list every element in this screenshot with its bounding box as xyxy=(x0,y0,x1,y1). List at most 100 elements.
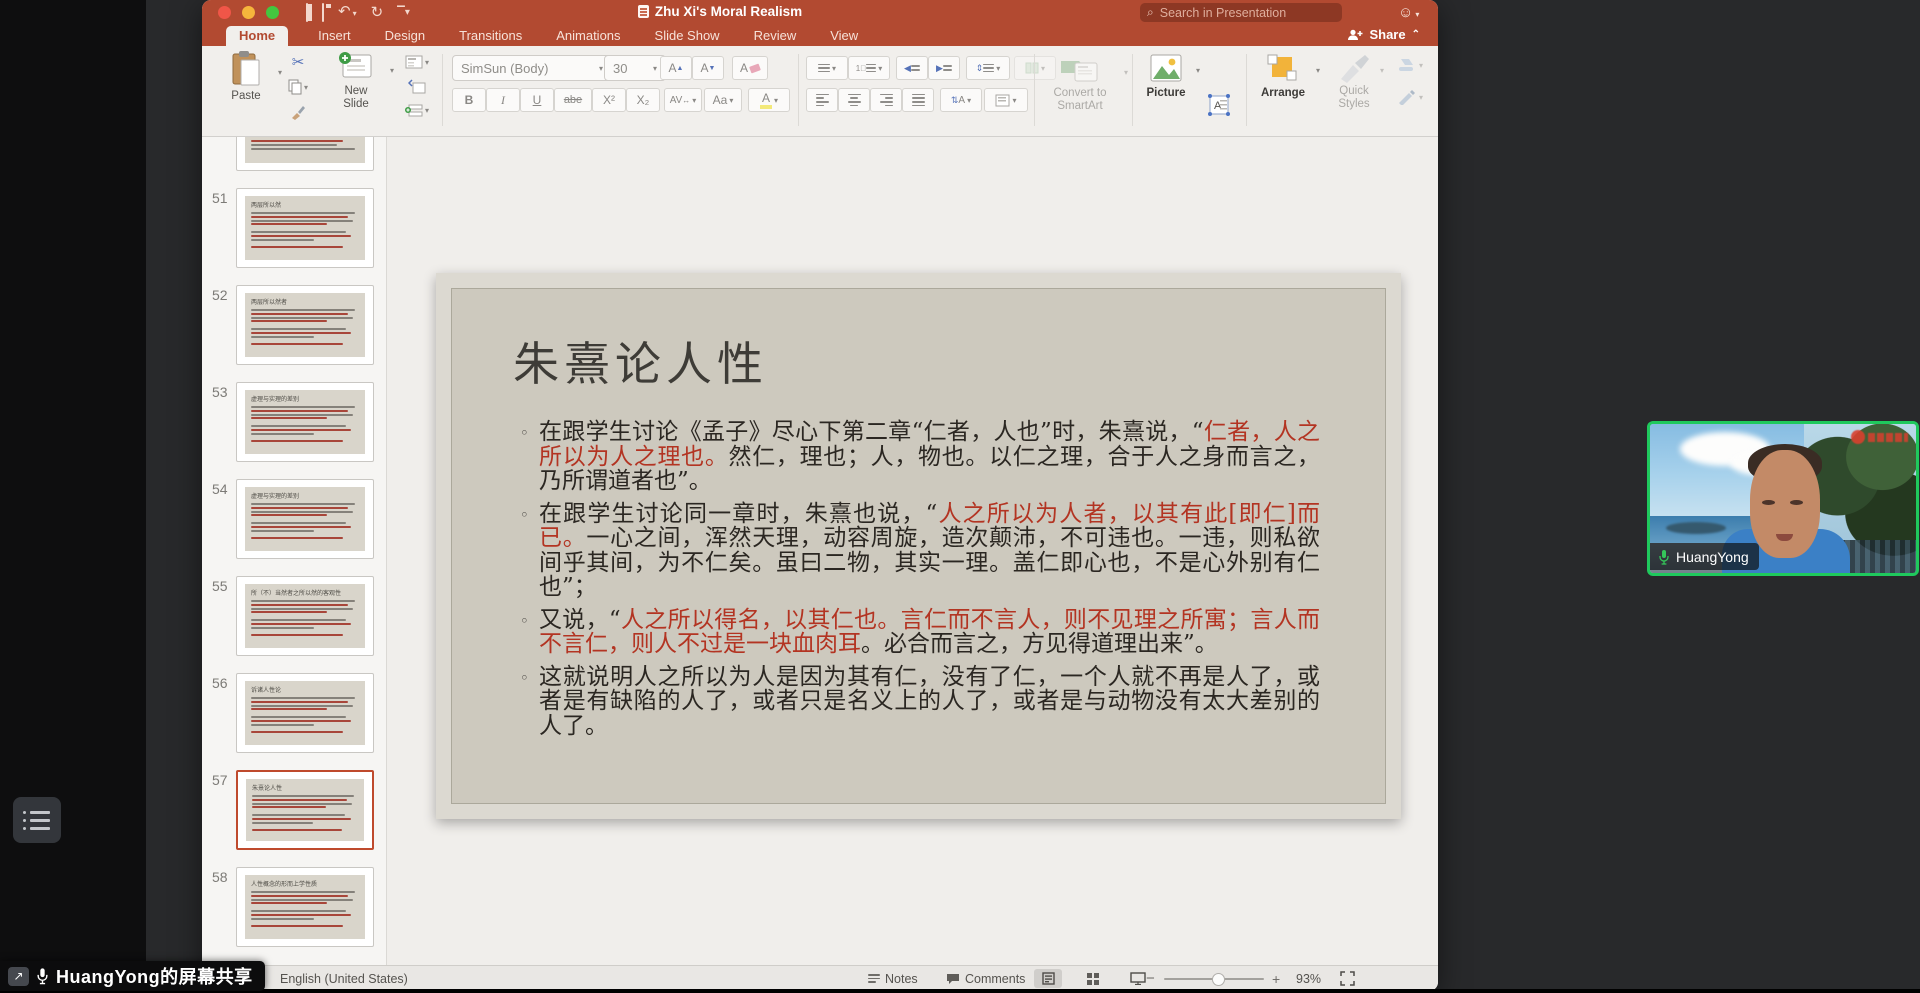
bullet-paragraph[interactable]: ◦ 这就说明人之所以为人是因为其有仁，没有了仁，一个人就不再是人了，或者是有缺陷的… xyxy=(520,664,1320,739)
bullets-button[interactable]: ▾ xyxy=(806,56,848,80)
align-text-button[interactable]: ▾ xyxy=(984,88,1028,112)
thumbnail-text-line xyxy=(251,902,327,905)
justify-button[interactable] xyxy=(902,88,934,112)
zoom-slider-knob[interactable] xyxy=(1212,972,1225,986)
clear-formatting-button[interactable]: A xyxy=(732,56,768,80)
share-button[interactable]: Share ⌃ xyxy=(1347,27,1420,42)
shrink-font-button[interactable]: A ▼ xyxy=(692,56,724,80)
bullet-paragraph[interactable]: ◦ 在跟学生讨论《孟子》尽心下第二章“仁者，人也”时，朱熹说，“仁者，人之所以为人… xyxy=(520,420,1320,494)
character-spacing-button[interactable]: AV ↔ ▾ xyxy=(664,88,702,112)
slide-thumbnail-58[interactable]: 人性概念的形而上学性质 xyxy=(236,867,374,947)
cut-button[interactable]: ✂ xyxy=(286,52,310,72)
strikethrough-button[interactable]: abe xyxy=(554,88,592,112)
paste-caret-icon[interactable]: ▾ xyxy=(278,68,282,77)
format-painter-button[interactable] xyxy=(286,102,310,122)
thumbnail-text-line xyxy=(251,537,343,540)
grow-font-button[interactable]: A ▲ xyxy=(660,56,692,80)
new-slide-caret-icon[interactable]: ▾ xyxy=(390,66,394,75)
participant-video[interactable]: HuangYong xyxy=(1647,421,1919,576)
copy-button[interactable]: ▾ xyxy=(286,77,310,97)
tab-insert[interactable]: Insert xyxy=(314,26,355,46)
thumbnail-number: 57 xyxy=(212,772,228,788)
superscript-button[interactable]: X² xyxy=(592,88,626,112)
change-case-button[interactable]: Aa ▾ xyxy=(704,88,742,112)
notes-button[interactable]: Notes xyxy=(868,966,918,991)
thumbnail-text-line xyxy=(252,821,314,824)
language-button[interactable]: English (United States) xyxy=(280,966,408,991)
quick-styles-brush-icon xyxy=(1341,55,1369,83)
search-input[interactable] xyxy=(1157,4,1302,21)
font-size-select[interactable]: 30 ▾ xyxy=(604,55,666,81)
subscript-button[interactable]: X₂ xyxy=(626,88,660,112)
slide-title[interactable]: 朱熹论人性 xyxy=(513,328,768,394)
bold-button[interactable]: B xyxy=(452,88,486,112)
feedback-smiley-icon[interactable]: ☺ ▾ xyxy=(1398,4,1419,21)
arrange-caret-icon[interactable]: ▾ xyxy=(1316,66,1320,75)
picture-button[interactable]: Picture xyxy=(1140,53,1192,100)
quick-styles-button[interactable]: Quick Styles xyxy=(1326,53,1382,110)
search-box[interactable]: ⌕ xyxy=(1140,3,1342,22)
normal-view-button[interactable] xyxy=(1034,969,1062,988)
tab-view[interactable]: View xyxy=(826,26,862,46)
text-box-button[interactable]: A xyxy=(1204,92,1234,118)
slide-thumbnail-57[interactable]: 朱熹论人性 xyxy=(236,770,374,850)
slide-thumbnail-55[interactable]: 所（不）当然者之所以然的客观性 xyxy=(236,576,374,656)
slide-thumbnail-53[interactable]: 虚理与实理的差别 xyxy=(236,382,374,462)
copy-icon xyxy=(288,79,302,95)
italic-button[interactable]: I xyxy=(486,88,520,112)
thumbnail-preview: 两层所以然者 xyxy=(245,293,365,357)
thumbnail-text-line xyxy=(251,215,349,218)
zoom-slider[interactable] xyxy=(1164,972,1264,986)
bullet-marker: ◦ xyxy=(520,424,529,442)
reset-slide-button[interactable] xyxy=(400,76,434,96)
slide-layout-button[interactable]: ▾ xyxy=(400,52,434,72)
increase-indent-button[interactable]: ▶ xyxy=(928,56,960,80)
font-color-button[interactable]: A ▾ xyxy=(748,88,790,112)
slide-thumbnail-52[interactable]: 两层所以然者 xyxy=(236,285,374,365)
comments-button[interactable]: Comments xyxy=(946,966,1025,991)
slide-thumbnail-51[interactable]: 两层所以然 xyxy=(236,188,374,268)
powerpoint-window: ↶▾ ↻ ▔▾ Zhu Xi's Moral Realism ⌕ ☺▾ Home… xyxy=(202,0,1438,991)
shape-fill-button[interactable]: ▾ xyxy=(1390,54,1430,76)
thumbnail-row xyxy=(202,137,386,171)
font-name-select[interactable]: SimSun (Body) ▾ xyxy=(452,55,612,81)
text-direction-button[interactable]: ⇅ A ▾ xyxy=(940,88,982,112)
numbering-button[interactable]: 1⃒ ▾ xyxy=(848,56,890,80)
slide-thumbnail-54[interactable]: 虚理与实理的差别 xyxy=(236,479,374,559)
decrease-indent-button[interactable]: ◀ xyxy=(896,56,928,80)
microphone-icon xyxy=(37,968,48,985)
paste-button[interactable]: Paste xyxy=(218,51,274,103)
tab-slide-show[interactable]: Slide Show xyxy=(651,26,724,46)
slide-body-text[interactable]: ◦ 在跟学生讨论《孟子》尽心下第二章“仁者，人也”时，朱熹说，“仁者，人之所以为人… xyxy=(520,420,1320,746)
bullet-paragraph[interactable]: ◦ 又说，“人之所以得名，以其仁也。言仁而不言人，则不见理之所寓；言人而不言仁，则… xyxy=(520,607,1320,657)
underline-button[interactable]: U xyxy=(520,88,554,112)
new-slide-button[interactable]: New Slide xyxy=(328,51,384,110)
fit-slide-button[interactable] xyxy=(1340,966,1355,991)
slide-thumbnail[interactable] xyxy=(236,137,374,171)
align-right-button[interactable] xyxy=(870,88,902,112)
meeting-list-button[interactable] xyxy=(13,797,61,843)
align-center-button[interactable] xyxy=(838,88,870,112)
picture-caret-icon[interactable]: ▾ xyxy=(1196,66,1200,75)
zoom-in-button[interactable]: + xyxy=(1272,966,1280,991)
thumbnail-text-line xyxy=(251,316,353,319)
zoom-out-button[interactable]: − xyxy=(1146,966,1155,991)
tab-transitions[interactable]: Transitions xyxy=(455,26,526,46)
bullet-paragraph[interactable]: ◦ 在跟学生讨论同一章时，朱熹也说，“人之所以为人者，以其有此[即仁]而已。一心之… xyxy=(520,501,1320,600)
arrange-button[interactable]: Arrange xyxy=(1254,53,1312,100)
thumbnail-text-line xyxy=(251,223,327,226)
smartart-icon xyxy=(1061,61,1098,82)
align-left-button[interactable] xyxy=(806,88,838,112)
current-slide[interactable]: 朱熹论人性 ◦ 在跟学生讨论《孟子》尽心下第二章“仁者，人也”时，朱熹说，“仁者，… xyxy=(436,273,1401,819)
tab-animations[interactable]: Animations xyxy=(552,26,624,46)
participant-eye xyxy=(1790,500,1803,505)
slide-thumbnail-56[interactable]: 诉诸人性论 xyxy=(236,673,374,753)
tab-review[interactable]: Review xyxy=(750,26,801,46)
tab-design[interactable]: Design xyxy=(381,26,429,46)
shape-outline-button[interactable]: ▾ xyxy=(1390,86,1430,108)
slide-sorter-view-button[interactable] xyxy=(1079,969,1107,988)
tab-home[interactable]: Home xyxy=(226,26,289,46)
add-section-button[interactable]: ▾ xyxy=(400,100,434,120)
line-spacing-button[interactable]: ⇕ ▾ xyxy=(966,56,1010,80)
convert-to-smartart-button[interactable]: Convert to SmartArt xyxy=(1040,53,1120,112)
